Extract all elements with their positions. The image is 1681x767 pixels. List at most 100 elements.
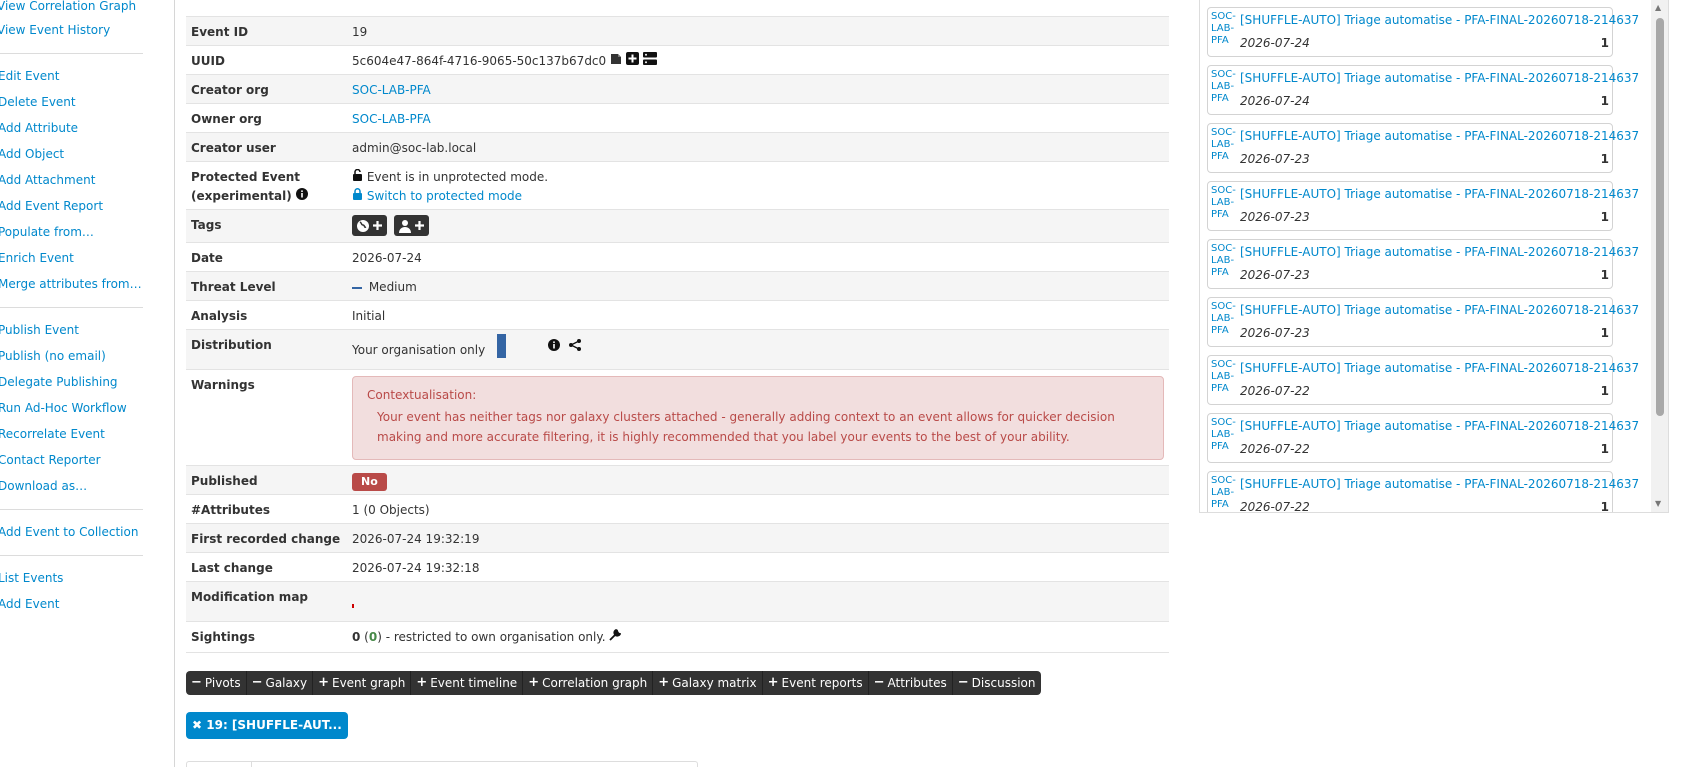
related-event-org[interactable]: SOC-LAB-PFA (1211, 301, 1237, 337)
related-event-title[interactable]: [SHUFFLE-AUTO] Triage automatise - PFA-F… (1240, 477, 1639, 491)
related-event-date: 2026-07-23 (1240, 210, 1310, 224)
sidebar-item-list-events[interactable]: List Events (0, 571, 63, 585)
sidebar-item-view-event-history[interactable]: View Event History (0, 23, 110, 37)
related-event-org[interactable]: SOC-LAB-PFA (1211, 69, 1237, 105)
add-global-tag-button[interactable] (352, 215, 387, 236)
related-event-card[interactable]: SOC-LAB-PFA [SHUFFLE-AUTO] Triage automa… (1207, 471, 1639, 513)
attributes-table-header (186, 761, 698, 767)
toggle-event-reports-button[interactable]: + Event reports (763, 671, 869, 695)
related-event-org[interactable]: SOC-LAB-PFA (1211, 475, 1237, 511)
row-uuid: UUID 5c604e47-864f-4716-9065-50c137b67dc… (186, 45, 1169, 74)
event-tab[interactable]: ✖ 19: [SHUFFLE-AUT... (186, 712, 348, 739)
sidebar-item-merge-attributes[interactable]: Merge attributes from… (0, 277, 142, 291)
related-event-org[interactable]: SOC-LAB-PFA (1211, 417, 1237, 453)
sidebar-item-add-object[interactable]: Add Object (0, 147, 64, 161)
sidebar-item-add-attachment[interactable]: Add Attachment (0, 173, 95, 187)
field-label: Published (191, 474, 258, 488)
sidebar-item-delegate-publishing[interactable]: Delegate Publishing (0, 375, 118, 389)
creator-org-link[interactable]: SOC-LAB-PFA (352, 83, 431, 97)
related-event-org[interactable]: SOC-LAB-PFA (1211, 359, 1237, 395)
event-view-toolbar: − Pivots − Galaxy + Event graph + Event time… (186, 671, 1041, 695)
server-icon[interactable] (642, 52, 657, 71)
related-event-title[interactable]: [SHUFFLE-AUTO] Triage automatise - PFA-F… (1240, 129, 1639, 143)
sidebar-item-add-to-collection[interactable]: Add Event to Collection (0, 525, 138, 539)
sidebar-item-add-event-report[interactable]: Add Event Report (0, 199, 103, 213)
sidebar-item-run-adhoc-workflow[interactable]: Run Ad-Hoc Workflow (0, 401, 127, 415)
add-icon[interactable] (625, 52, 639, 71)
toggle-attributes-button[interactable]: − Attributes (869, 671, 953, 695)
owner-org-link[interactable]: SOC-LAB-PFA (352, 112, 431, 126)
warning-text: Your event has neither tags nor galaxy c… (377, 410, 1115, 444)
sidebar-item-add-attribute[interactable]: Add Attribute (0, 121, 78, 135)
sidebar-item-delete-event[interactable]: Delete Event (0, 95, 76, 109)
related-event-card[interactable]: SOC-LAB-PFA [SHUFFLE-AUTO] Triage automa… (1207, 181, 1639, 231)
related-event-org[interactable]: SOC-LAB-PFA (1211, 185, 1237, 221)
sidebar-item-publish-event[interactable]: Publish Event (0, 323, 79, 337)
info-icon[interactable] (547, 338, 560, 357)
user-icon (398, 219, 411, 233)
row-protected-event: Protected Event (experimental) Event is … (186, 161, 1169, 209)
plus-icon (373, 221, 382, 230)
related-event-card[interactable]: SOC-LAB-PFA [SHUFFLE-AUTO] Triage automa… (1207, 123, 1639, 173)
row-published: Published No (186, 465, 1169, 494)
related-event-card[interactable]: SOC-LAB-PFA [SHUFFLE-AUTO] Triage automa… (1207, 7, 1639, 57)
modification-map[interactable] (352, 604, 354, 608)
info-icon[interactable] (295, 187, 308, 206)
toggle-galaxy-matrix-button[interactable]: + Galaxy matrix (653, 671, 763, 695)
related-event-title[interactable]: [SHUFFLE-AUTO] Triage automatise - PFA-F… (1240, 245, 1639, 259)
row-analysis: Analysis Initial (186, 300, 1169, 329)
related-event-count: 1 (1600, 384, 1609, 398)
row-event-id: Event ID 19 (186, 16, 1169, 45)
toggle-correlation-graph-button[interactable]: + Correlation graph (523, 671, 654, 695)
close-icon[interactable]: ✖ (192, 718, 202, 732)
toggle-discussion-button[interactable]: − Discussion (953, 671, 1041, 695)
sidebar-item-recorrelate-event[interactable]: Recorrelate Event (0, 427, 105, 441)
toggle-pivots-button[interactable]: − Pivots (186, 671, 247, 695)
scrollbar-thumb[interactable] (1656, 18, 1664, 416)
uuid-value: 5c604e47-864f-4716-9065-50c137b67dc0 (352, 54, 607, 68)
sidebar-item-edit-event[interactable]: Edit Event (0, 69, 59, 83)
field-label: First recorded change (191, 532, 341, 546)
copy-icon[interactable] (610, 52, 622, 71)
wrench-icon[interactable] (609, 628, 622, 647)
related-event-title[interactable]: [SHUFFLE-AUTO] Triage automatise - PFA-F… (1240, 71, 1639, 85)
sidebar-item-contact-reporter[interactable]: Contact Reporter (0, 453, 101, 467)
related-event-org[interactable]: SOC-LAB-PFA (1211, 11, 1237, 47)
toggle-event-timeline-button[interactable]: + Event timeline (411, 671, 524, 695)
sidebar-item-add-event[interactable]: Add Event (0, 597, 59, 611)
field-label: Modification map (191, 590, 308, 604)
sidebar-item-publish-no-email[interactable]: Publish (no email) (0, 349, 106, 363)
related-event-org[interactable]: SOC-LAB-PFA (1211, 243, 1237, 279)
toggle-galaxy-button[interactable]: − Galaxy (247, 671, 314, 695)
related-event-card[interactable]: SOC-LAB-PFA [SHUFFLE-AUTO] Triage automa… (1207, 65, 1639, 115)
related-event-card[interactable]: SOC-LAB-PFA [SHUFFLE-AUTO] Triage automa… (1207, 297, 1639, 347)
related-event-title[interactable]: [SHUFFLE-AUTO] Triage automatise - PFA-F… (1240, 303, 1639, 317)
row-threat-level: Threat Level Medium (186, 271, 1169, 300)
related-event-card[interactable]: SOC-LAB-PFA [SHUFFLE-AUTO] Triage automa… (1207, 355, 1639, 405)
toggle-event-graph-button[interactable]: + Event graph (313, 671, 412, 695)
lock-icon (352, 187, 363, 206)
sidebar-item-download-as[interactable]: Download as… (0, 479, 87, 493)
row-sightings: Sightings 0 (0) - restricted to own orga… (186, 621, 1169, 653)
related-event-card[interactable]: SOC-LAB-PFA [SHUFFLE-AUTO] Triage automa… (1207, 239, 1639, 289)
related-event-title[interactable]: [SHUFFLE-AUTO] Triage automatise - PFA-F… (1240, 13, 1639, 27)
scroll-down-arrow-icon[interactable]: ▼ (1655, 500, 1661, 508)
sidebar-item-enrich-event[interactable]: Enrich Event (0, 251, 74, 265)
related-event-date: 2026-07-23 (1240, 268, 1310, 282)
scroll-up-arrow-icon[interactable]: ▲ (1655, 4, 1661, 12)
related-event-card[interactable]: SOC-LAB-PFA [SHUFFLE-AUTO] Triage automa… (1207, 413, 1639, 463)
related-events-scrollbar[interactable]: ▲ ▼ (1651, 0, 1668, 512)
related-event-org[interactable]: SOC-LAB-PFA (1211, 127, 1237, 163)
related-event-date: 2026-07-22 (1240, 500, 1310, 513)
related-event-count: 1 (1600, 94, 1609, 108)
sidebar-item-view-correlation-graph[interactable]: View Correlation Graph (0, 0, 136, 13)
attributes-value: 1 (0 Objects) (352, 503, 430, 517)
switch-protected-link[interactable]: Switch to protected mode (352, 187, 522, 206)
sidebar-item-populate-from[interactable]: Populate from… (0, 225, 94, 239)
add-local-tag-button[interactable] (393, 215, 429, 236)
related-event-title[interactable]: [SHUFFLE-AUTO] Triage automatise - PFA-F… (1240, 361, 1639, 375)
related-event-title[interactable]: [SHUFFLE-AUTO] Triage automatise - PFA-F… (1240, 419, 1639, 433)
related-event-count: 1 (1600, 36, 1609, 50)
related-event-title[interactable]: [SHUFFLE-AUTO] Triage automatise - PFA-F… (1240, 187, 1639, 201)
share-icon[interactable] (568, 338, 581, 357)
